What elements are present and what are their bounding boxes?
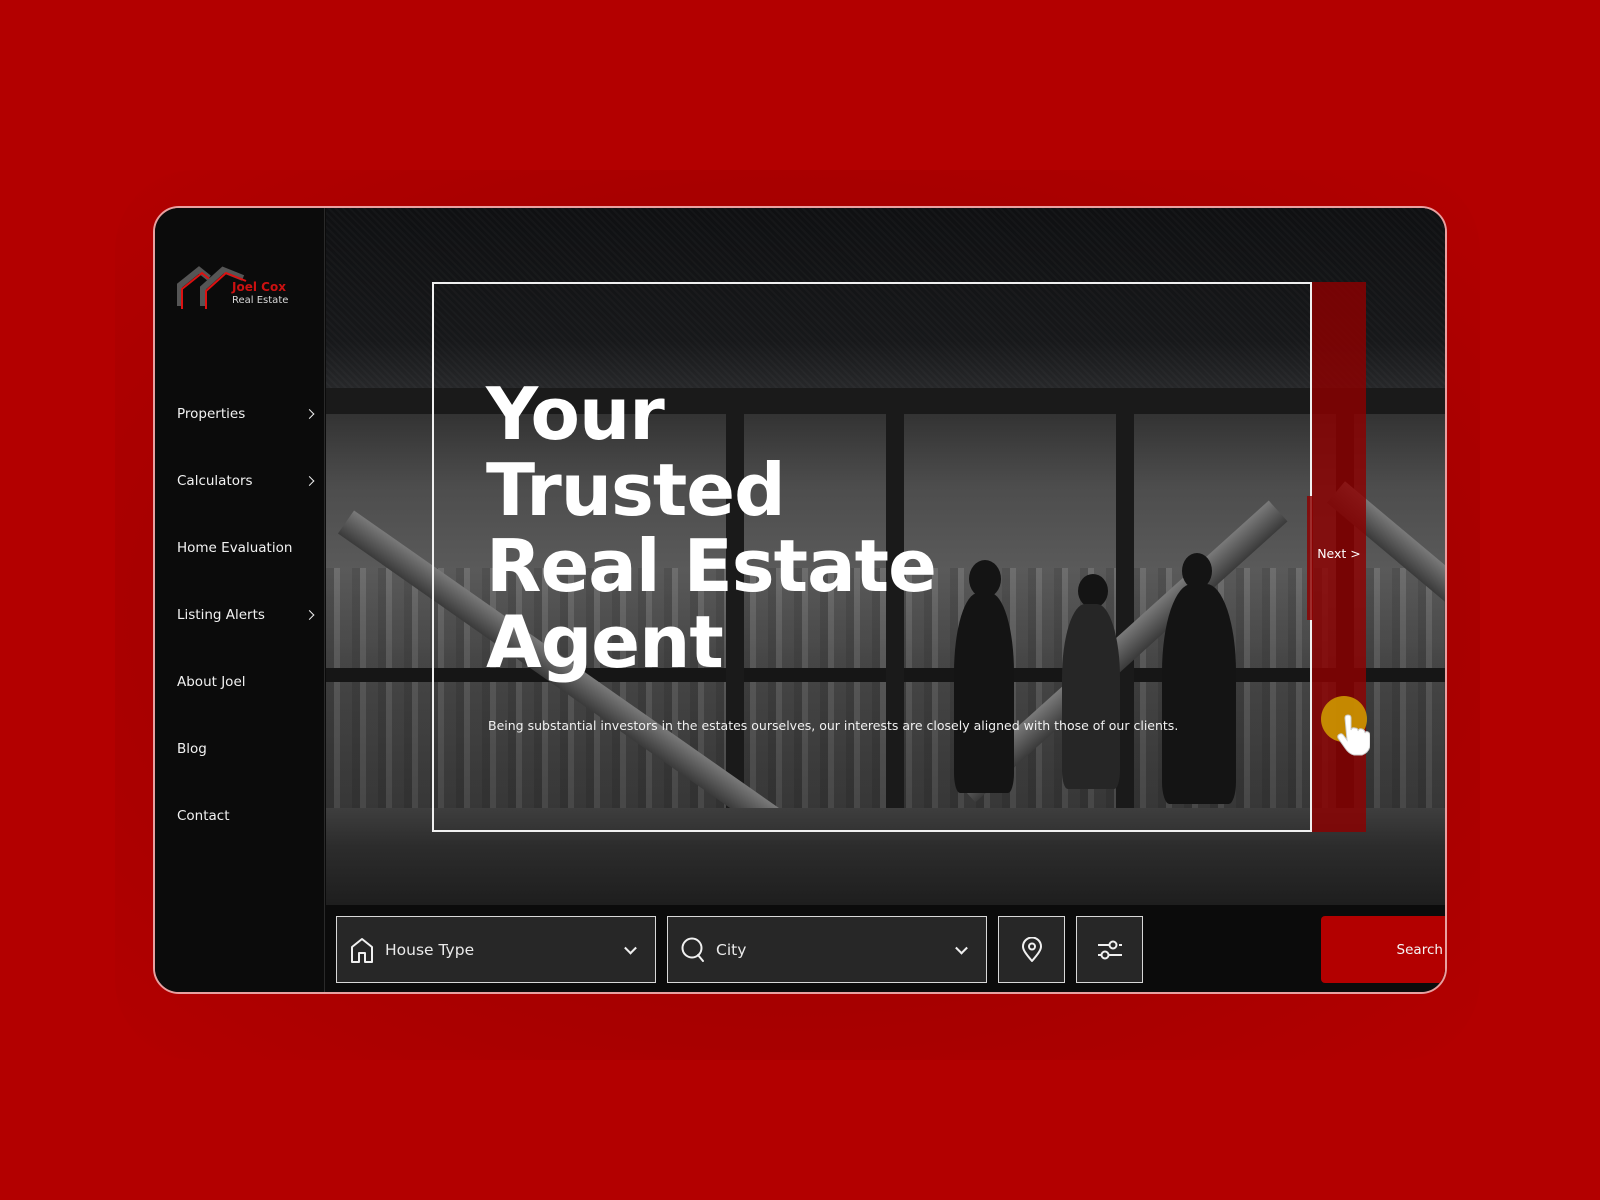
house-type-select[interactable]: House Type	[336, 916, 656, 983]
sidebar-item-properties[interactable]: Properties	[155, 380, 325, 447]
sidebar-item-contact[interactable]: Contact	[155, 782, 325, 849]
sidebar-nav: Properties Calculators Home Evaluation L…	[155, 380, 325, 849]
sidebar-item-about-joel[interactable]: About Joel	[155, 648, 325, 715]
sidebar-item-listing-alerts[interactable]: Listing Alerts	[155, 581, 325, 648]
hero-subtitle: Being substantial investors in the estat…	[488, 718, 1179, 733]
hero-title-line: Agent	[486, 600, 724, 684]
sidebar-item-label: Home Evaluation	[177, 539, 293, 556]
hero-title-line: Your	[486, 372, 665, 456]
sidebar-item-label: About Joel	[177, 673, 246, 690]
brand-logo[interactable]: Joel Cox Real Estate	[177, 264, 307, 314]
sidebar-item-home-evaluation[interactable]: Home Evaluation	[155, 514, 325, 581]
location-button[interactable]	[998, 916, 1065, 983]
hero-section: Your Trusted Real Estate Agent Being sub…	[326, 208, 1445, 905]
property-search-bar: House Type City Search	[326, 905, 1445, 992]
city-select[interactable]: City	[667, 916, 987, 983]
chevron-right-icon	[304, 609, 315, 620]
sidebar-item-label: Blog	[177, 740, 207, 757]
chevron-right-icon	[304, 475, 315, 486]
search-properties-button[interactable]: Search Properties	[1321, 916, 1445, 983]
next-slide-button[interactable]: Next >	[1312, 538, 1366, 568]
hand-pointer-icon	[1337, 714, 1370, 756]
search-icon	[681, 937, 704, 962]
sidebar-item-label: Properties	[177, 405, 246, 422]
hero-title-line: Trusted	[486, 448, 786, 532]
sidebar: Joel Cox Real Estate Properties Calculat…	[155, 208, 325, 992]
brand-name: Joel Cox	[232, 280, 286, 294]
app-window: Joel Cox Real Estate Properties Calculat…	[153, 206, 1447, 994]
sidebar-item-blog[interactable]: Blog	[155, 715, 325, 782]
filter-button[interactable]	[1076, 916, 1143, 983]
city-placeholder: City	[716, 940, 747, 959]
house-icon	[351, 937, 373, 963]
hero-title-line: Real Estate	[486, 524, 937, 608]
sidebar-item-label: Contact	[177, 807, 230, 824]
sliders-icon	[1097, 940, 1122, 959]
sidebar-item-label: Calculators	[177, 472, 253, 489]
chevron-down-icon	[624, 941, 637, 955]
sidebar-item-calculators[interactable]: Calculators	[155, 447, 325, 514]
hero-title: Your Trusted Real Estate Agent	[486, 376, 1006, 680]
brand-tagline: Real Estate	[232, 295, 289, 306]
chevron-down-icon	[955, 941, 968, 955]
map-pin-icon	[1021, 936, 1042, 962]
chevron-right-icon	[304, 408, 315, 419]
house-type-placeholder: House Type	[385, 940, 475, 959]
sidebar-item-label: Listing Alerts	[177, 606, 265, 623]
